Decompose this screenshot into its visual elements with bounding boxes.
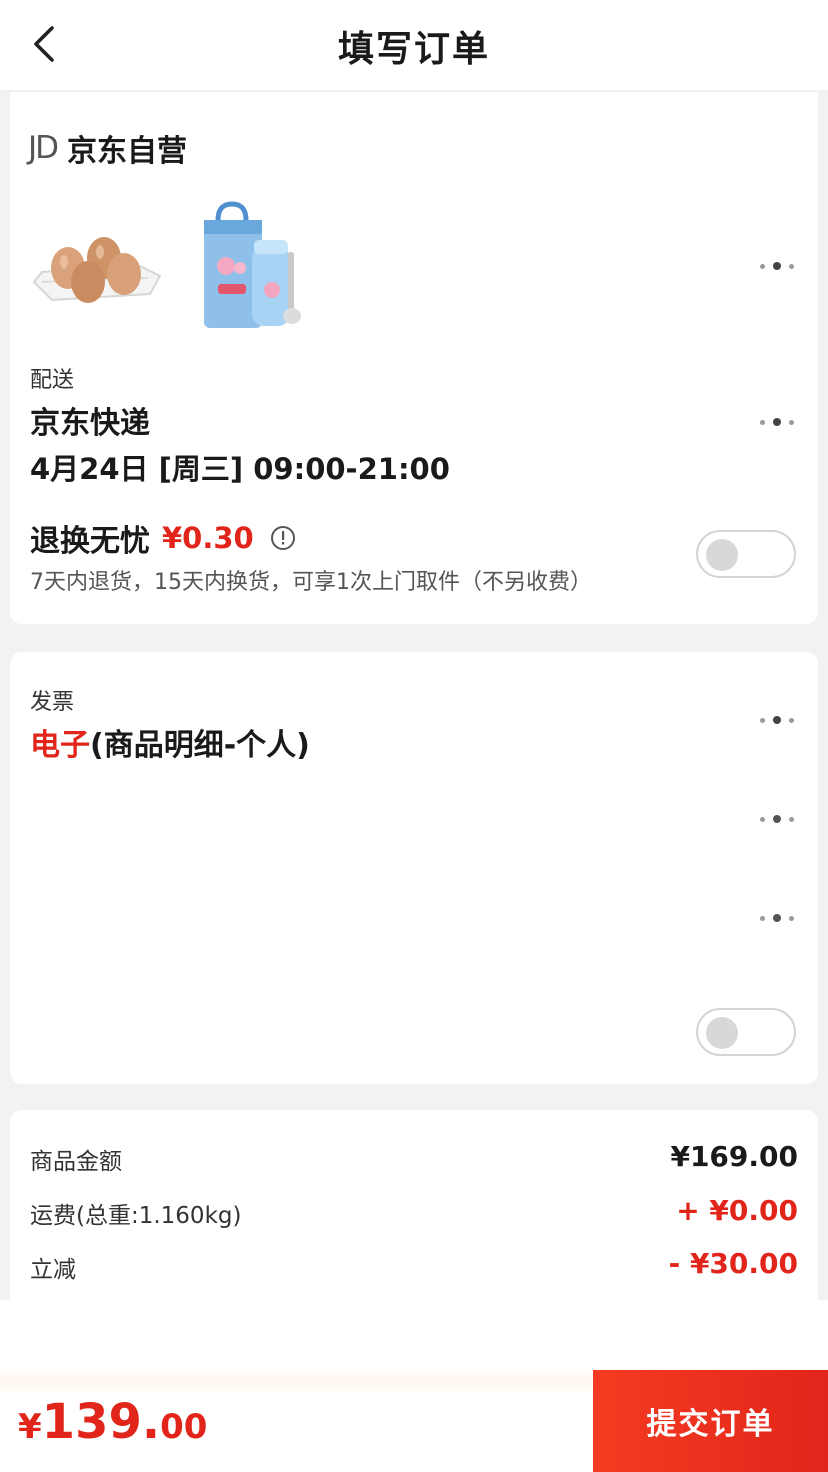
invoice-value[interactable]: 电子(商品明细-个人) — [30, 720, 310, 764]
seller-row: JD 京东自营 — [28, 128, 188, 169]
invoice-label: 发票 — [30, 690, 75, 715]
seller-name: 京东自营 — [67, 134, 188, 169]
info-icon[interactable] — [270, 525, 296, 551]
page-title: 填写订单 — [337, 29, 490, 70]
lunch-bag-thermos-product-image[interactable] — [196, 200, 308, 330]
more-products-dots-icon[interactable] — [758, 256, 798, 276]
delivery-more-dots-icon[interactable] — [758, 412, 798, 432]
summary-label-shipping: 运费(总重:1.160kg) — [30, 1203, 242, 1229]
return-service-description: 7天内退货，15天内换货，可享1次上门取件（不另收费） — [30, 570, 592, 595]
currency-symbol: ¥ — [18, 1407, 42, 1447]
invoice-card: 发票 电子(商品明细-个人) — [10, 652, 818, 1084]
total-decimal: 00 — [160, 1407, 208, 1447]
submit-order-button[interactable]: 提交订单 — [593, 1370, 828, 1472]
invoice-detail: (商品明细-个人) — [90, 728, 310, 763]
delivery-time[interactable]: 4月24日 [周三] 09:00-21:00 — [30, 446, 450, 488]
summary-value-shipping: + ¥0.00 — [676, 1194, 798, 1227]
return-service-toggle[interactable] — [696, 530, 796, 578]
return-service-title: 退换无忧 — [30, 524, 150, 559]
summary-label-discount: 立减 — [30, 1257, 76, 1283]
faded-row-dots-icon[interactable] — [758, 809, 798, 829]
summary-label-goods: 商品金额 — [30, 1149, 122, 1175]
delivery-label: 配送 — [30, 368, 75, 393]
jd-logo: JD — [28, 130, 59, 166]
toggle-knob — [706, 539, 738, 571]
invoice-type: 电子 — [30, 728, 90, 763]
summary-value-discount: - ¥30.00 — [668, 1247, 798, 1280]
top-navigation-bar: 填写订单 — [0, 0, 828, 90]
payable-total: ¥139.00 — [18, 1394, 207, 1450]
toggle-knob — [706, 1017, 738, 1049]
delivery-carrier[interactable]: 京东快递 — [30, 398, 150, 442]
faded-row-dots-icon-2[interactable] — [758, 908, 798, 928]
order-items-card: JD 京东自营 配送 京东快递 4月24日 [周三] 09:00-21:00 退… — [10, 92, 818, 624]
price-summary-card: 商品金额 ¥169.00 运费(总重:1.160kg) + ¥0.00 立减 -… — [10, 1110, 818, 1300]
eggs-product-image[interactable] — [28, 220, 164, 308]
invoice-more-dots-icon[interactable] — [758, 710, 798, 730]
faded-row-toggle[interactable] — [696, 1008, 796, 1056]
summary-value-goods: ¥169.00 — [670, 1140, 798, 1173]
total-integer: 139. — [41, 1394, 161, 1450]
return-service-price: ¥0.30 — [162, 521, 254, 555]
return-service-row: 退换无忧 ¥0.30 — [30, 516, 296, 560]
